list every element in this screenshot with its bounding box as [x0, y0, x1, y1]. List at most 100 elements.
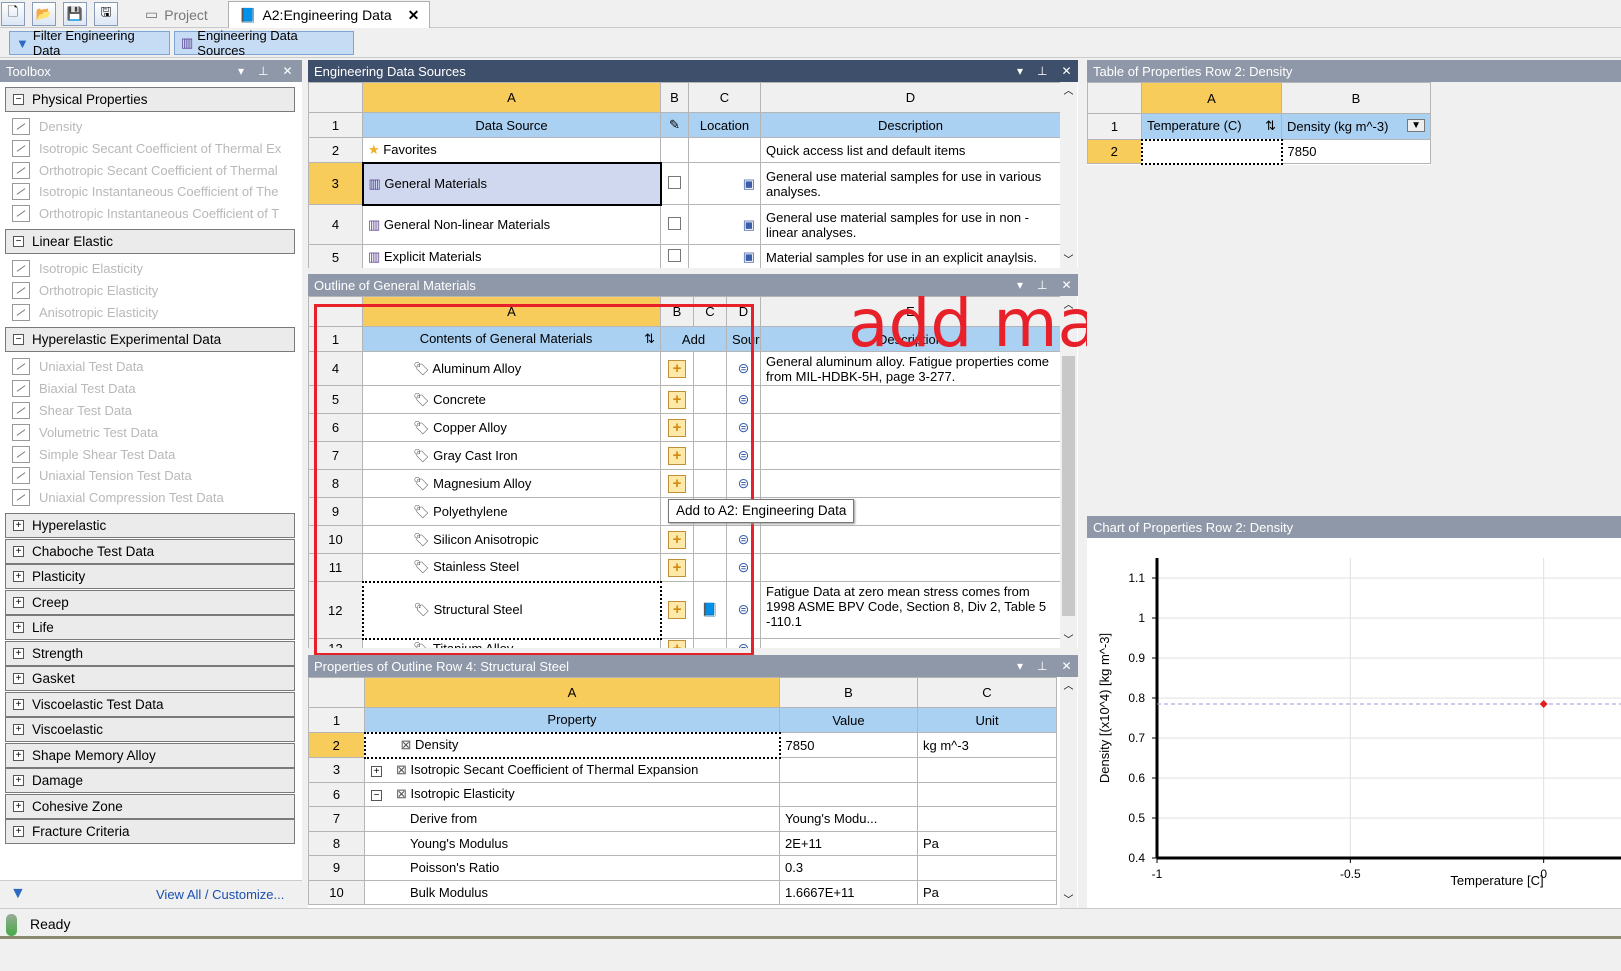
sort-icon[interactable]: ⇅: [644, 331, 655, 347]
table-row[interactable]: 4 ▥ General Non-linear Materials ▣ General …: [308, 204, 1061, 245]
expand-icon[interactable]: +: [13, 826, 24, 837]
toolbox-item[interactable]: Volumetric Test Data: [12, 422, 294, 443]
browse-icon[interactable]: ▣: [743, 217, 755, 232]
toolbox-item[interactable]: Isotropic Elasticity: [12, 258, 294, 279]
browse-icon[interactable]: ▣: [743, 249, 755, 264]
table-row[interactable]: 8 🏷 Magnesium Alloy + ⊜: [308, 469, 1061, 498]
table-row[interactable]: 8 Young's Modulus 2E+11 Pa: [308, 830, 1057, 856]
toolbox-item[interactable]: Density: [12, 116, 294, 137]
expand-icon[interactable]: +: [13, 520, 24, 531]
pin-icon[interactable]: ⊥: [258, 64, 268, 78]
close-icon[interactable]: ✕: [408, 7, 420, 24]
add-icon[interactable]: +: [668, 639, 686, 648]
sort-icon[interactable]: ⇅: [1265, 118, 1276, 134]
toolbox-item[interactable]: Uniaxial Compression Test Data: [12, 487, 294, 508]
close-icon[interactable]: ✕: [282, 64, 292, 78]
source-link-icon[interactable]: ⊜: [735, 448, 753, 464]
table-row[interactable]: 10 🏷 Silicon Anisotropic + ⊜: [308, 525, 1061, 554]
expand-icon[interactable]: +: [13, 698, 24, 710]
density-cell[interactable]: 7850: [1281, 139, 1431, 164]
table-row[interactable]: 7 🏷 Gray Cast Iron + ⊜: [308, 441, 1061, 470]
table-row[interactable]: 13🏷 Titanium Alloy+⊜: [308, 638, 1061, 649]
source-link-icon[interactable]: ⊜: [735, 361, 753, 377]
browse-icon[interactable]: ▣: [743, 176, 755, 191]
table-row[interactable]: 2 ★ Favorites Quick access list and defaul…: [308, 137, 1061, 163]
toolbox-item[interactable]: Shear Test Data: [12, 400, 294, 421]
source-link-icon[interactable]: ⊜: [735, 641, 753, 649]
table-row[interactable]: 10 Bulk Modulus 1.6667E+11 Pa: [308, 879, 1057, 905]
toolbox-item[interactable]: Uniaxial Tension Test Data: [12, 465, 294, 486]
collapse-icon[interactable]: −: [13, 94, 24, 105]
add-icon[interactable]: +: [668, 418, 686, 437]
expand-icon[interactable]: +: [13, 596, 24, 608]
source-link-icon[interactable]: ⊜: [735, 420, 753, 436]
collapse-icon[interactable]: −: [13, 236, 24, 247]
add-icon[interactable]: +: [668, 474, 686, 493]
table-row[interactable]: 6− ⊠ Isotropic Elasticity: [308, 781, 1057, 807]
expand-icon[interactable]: +: [13, 571, 24, 582]
table-row[interactable]: 7 Derive from Young's Modu...: [308, 806, 1057, 832]
toolbox-group-7[interactable]: + Life: [5, 615, 295, 640]
toolbox-group-2[interactable]: − Hyperelastic Experimental Data: [5, 327, 295, 353]
table-row[interactable]: 5 🏷 Concrete + ⊜: [308, 385, 1061, 414]
toolbox-item[interactable]: Uniaxial Test Data: [12, 356, 294, 377]
toolbox-item[interactable]: Orthotropic Secant Coefficient of Therma…: [12, 160, 294, 181]
toolbox-group-15[interactable]: + Fracture Criteria: [5, 819, 295, 844]
expand-icon[interactable]: +: [13, 673, 24, 684]
table-row[interactable]: 3 + ⊠ Isotropic Secant Coefficient of Ther…: [308, 757, 1057, 783]
close-icon[interactable]: ✕: [1061, 64, 1071, 78]
toolbox-group-13[interactable]: + Damage: [5, 768, 295, 793]
collapse-icon[interactable]: −: [13, 334, 24, 346]
table-row[interactable]: 3 ▥ General Materials ▣ General use materia…: [308, 161, 1061, 206]
add-icon[interactable]: +: [668, 530, 686, 549]
open-folder-icon[interactable]: 📂: [32, 2, 56, 26]
source-link-icon[interactable]: ⊜: [735, 602, 753, 618]
filter-icon[interactable]: ▼: [10, 885, 26, 903]
sources-scrollbar[interactable]: ︿ ﹀: [1060, 82, 1077, 268]
collapse-icon[interactable]: −: [371, 790, 382, 802]
toolbox-group-4[interactable]: + Chaboche Test Data: [5, 538, 295, 564]
dropdown-icon[interactable]: ▾: [1017, 64, 1023, 78]
toolbox-group-6[interactable]: + Creep: [5, 589, 295, 615]
favorite-checkbox[interactable]: [668, 216, 681, 230]
favorite-checkbox[interactable]: [668, 249, 681, 262]
add-icon[interactable]: +: [668, 390, 686, 409]
toolbox-item[interactable]: Biaxial Test Data: [12, 378, 294, 399]
pin-icon[interactable]: ⊥: [1037, 659, 1047, 673]
toolbox-group-12[interactable]: + Shape Memory Alloy: [5, 742, 295, 768]
toolbox-group-5[interactable]: + Plasticity: [5, 564, 295, 589]
dropdown-icon[interactable]: ▾: [238, 64, 244, 78]
engineering-data-sources-button[interactable]: ▥ Engineering Data Sources: [174, 28, 354, 58]
toolbox-group-0[interactable]: − Physical Properties: [5, 87, 295, 112]
expand-icon[interactable]: +: [371, 766, 382, 777]
expand-icon[interactable]: +: [13, 622, 24, 633]
save-as-icon[interactable]: 🖫: [94, 2, 118, 26]
toolbox-item[interactable]: Orthotropic Instantaneous Coefficient of…: [12, 203, 294, 224]
add-icon[interactable]: +: [668, 558, 686, 577]
expand-icon[interactable]: +: [13, 800, 24, 812]
toolbox-group-1[interactable]: − Linear Elastic: [5, 229, 295, 254]
table-row[interactable]: 9 Poisson's Ratio 0.3: [308, 855, 1057, 881]
toolbox-item[interactable]: Orthotropic Elasticity: [12, 280, 294, 301]
table-row[interactable]: 5 ▥ Explicit Materials ▣ Material samples f…: [308, 244, 1061, 268]
source-link-icon[interactable]: ⊜: [735, 392, 753, 408]
filter-engineering-data-button[interactable]: ▼ Filter Engineering Data: [9, 28, 170, 58]
source-link-icon[interactable]: ⊜: [735, 560, 753, 576]
toolbox-group-9[interactable]: + Gasket: [5, 666, 295, 691]
favorite-checkbox[interactable]: [668, 175, 682, 189]
expand-icon[interactable]: +: [13, 647, 24, 659]
add-icon[interactable]: +: [668, 446, 686, 465]
table-row[interactable]: 12 🏷 Structural Steel + 📘 ⊜ Fatigue Data at z…: [308, 580, 1061, 640]
dropdown-icon[interactable]: ▾: [1017, 659, 1023, 673]
table-row[interactable]: 2 ⊠ Density 7850 kg m^-3: [308, 731, 1057, 759]
toolbox-group-10[interactable]: + Viscoelastic Test Data: [5, 691, 295, 717]
toolbox-item[interactable]: Isotropic Instantaneous Coefficient of T…: [12, 181, 294, 202]
table-row[interactable]: 2 7850: [1087, 138, 1431, 165]
temperature-cell[interactable]: [1140, 138, 1283, 165]
tab-engineering-data[interactable]: 📘 A2:Engineering Data ✕: [228, 1, 431, 28]
pin-icon[interactable]: ⊥: [1037, 64, 1047, 78]
save-icon[interactable]: 💾: [63, 2, 87, 26]
expand-icon[interactable]: +: [13, 775, 24, 786]
table-row[interactable]: 11 🏷 Stainless Steel + ⊜: [308, 553, 1061, 582]
source-link-icon[interactable]: ⊜: [735, 532, 753, 548]
